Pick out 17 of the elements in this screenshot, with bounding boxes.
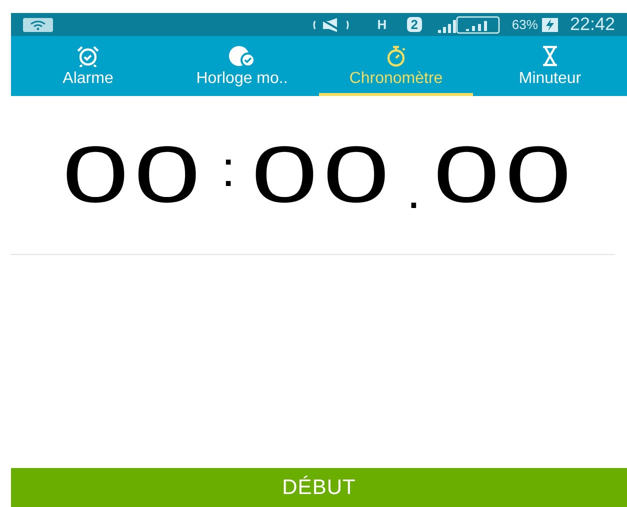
alarm-clock-icon [76, 44, 100, 66]
timer-separator: . [406, 166, 421, 216]
battery-percent: 63% [512, 16, 538, 34]
timer-seconds: 00 [251, 135, 395, 215]
timer-separator: : [221, 144, 236, 194]
start-button[interactable]: DÉBUT [11, 468, 627, 507]
battery-charging-icon [542, 18, 558, 32]
clock-time: 22:42 [570, 13, 615, 36]
timer-hundredths: 00 [432, 135, 576, 215]
network-type: H [377, 18, 387, 31]
tab[interactable]: Alarme [11, 36, 165, 96]
sim-badge: 2 [406, 17, 422, 32]
tab[interactable]: Horloge mo.. [165, 36, 319, 96]
tab[interactable]: Chronomètre [319, 36, 473, 96]
timer-minutes: 00 [62, 135, 206, 215]
tab[interactable]: Minuteur [473, 36, 627, 96]
wifi-icon [23, 18, 53, 32]
